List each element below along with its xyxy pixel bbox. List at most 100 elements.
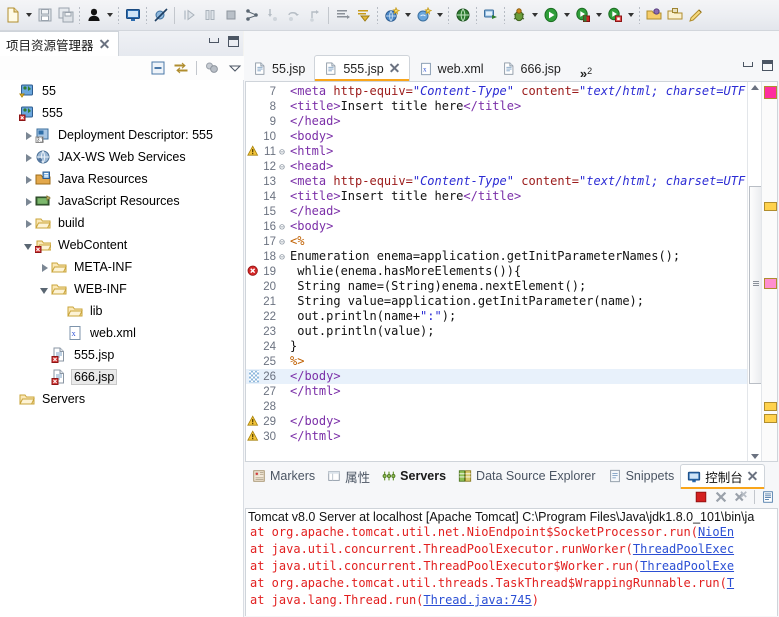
code-line[interactable]: 13 <meta http-equiv="Content-Type" conten…	[246, 174, 777, 189]
new-wizard-button-dropdown[interactable]	[23, 5, 34, 26]
tree-item[interactable]: 3.1 Deployment Descriptor: 555	[0, 124, 243, 146]
editor-tab-666-jsp[interactable]: 666.jsp	[493, 56, 570, 81]
resume-button[interactable]	[178, 5, 199, 26]
new-ejb-button-dropdown[interactable]	[434, 5, 445, 26]
tree-item[interactable]: META-INF	[0, 256, 243, 278]
code-line[interactable]: 23 out.println(value);	[246, 324, 777, 339]
run-on-server-button[interactable]	[572, 5, 593, 26]
code-line[interactable]: 11 ⊖ <html>	[246, 144, 777, 159]
code-line[interactable]: 27 </html>	[246, 384, 777, 399]
tree-item[interactable]: Java Resources	[0, 168, 243, 190]
stack-trace-link[interactable]: ThreadPoolExe	[640, 559, 734, 573]
tree-item[interactable]: 666.jsp	[0, 366, 243, 388]
code-line[interactable]: 26 </body>	[246, 369, 777, 384]
fold-toggle[interactable]: ⊖	[276, 145, 288, 160]
editor-vertical-scrollbar[interactable]	[747, 82, 763, 461]
tree-item[interactable]: JavaScript Resources	[0, 190, 243, 212]
warning-overview-mark[interactable]	[764, 202, 777, 211]
tree-item[interactable]: WEB-INF	[0, 278, 243, 300]
stack-trace-link[interactable]: NioEn	[698, 525, 734, 539]
warning-overview-mark[interactable]	[764, 414, 777, 423]
bottom-tab-3[interactable]: Data Source Explorer	[452, 464, 602, 488]
code-line[interactable]: 28	[246, 399, 777, 414]
code-line[interactable]: 30 </html>	[246, 429, 777, 444]
new-server-button-dropdown[interactable]	[402, 5, 413, 26]
step-over-button[interactable]	[283, 5, 304, 26]
fold-toggle[interactable]: ⊖	[276, 235, 288, 250]
focus-on-active-task-button[interactable]	[204, 60, 220, 76]
code-line[interactable]: 12 ⊖ <head>	[246, 159, 777, 174]
warning-marker-icon[interactable]	[247, 415, 260, 428]
tree-item[interactable]: lib	[0, 300, 243, 322]
remove-all-terminated-button[interactable]	[734, 490, 748, 504]
tab-project-explorer[interactable]: 项目资源管理器	[0, 31, 119, 59]
tree-twisty[interactable]	[22, 151, 35, 164]
tree-twisty[interactable]	[22, 239, 35, 252]
open-type-button[interactable]	[643, 5, 664, 26]
console-view-button[interactable]	[761, 490, 775, 504]
code-line[interactable]: 14 <title>Insert title here</title>	[246, 189, 777, 204]
debug-on-server-button-dropdown[interactable]	[625, 5, 636, 26]
error-overview-mark[interactable]	[764, 86, 777, 99]
editor-tab-555-jsp[interactable]: 555.jsp	[314, 55, 410, 81]
code-line[interactable]: 25 %>	[246, 354, 777, 369]
new-annotation-button[interactable]	[685, 5, 706, 26]
run-on-server-button-dropdown[interactable]	[593, 5, 604, 26]
code-line[interactable]: 20 String name=(String)enema.nextElement…	[246, 279, 777, 294]
step-return-button[interactable]	[304, 5, 325, 26]
tree-item[interactable]: WebContent	[0, 234, 243, 256]
tree-item[interactable]: build	[0, 212, 243, 234]
code-line[interactable]: 21 String value=application.getInitParam…	[246, 294, 777, 309]
maximize-icon[interactable]	[762, 60, 773, 71]
stack-trace-link[interactable]: Thread.java:745	[423, 593, 531, 607]
tree-twisty[interactable]	[38, 261, 51, 274]
next-annotation-button[interactable]	[332, 5, 353, 26]
open-web-browser-button[interactable]	[452, 5, 473, 26]
fold-toggle[interactable]: ⊖	[276, 220, 288, 235]
tree-item[interactable]: 555.jsp	[0, 344, 243, 366]
skip-breakpoints-button[interactable]	[150, 5, 171, 26]
tree-item[interactable]: JAX-WS Web Services	[0, 146, 243, 168]
new-wizard-button[interactable]	[2, 5, 23, 26]
stack-trace-link[interactable]: T	[727, 576, 734, 590]
fold-toggle[interactable]: ⊖	[276, 160, 288, 175]
bottom-tab-5[interactable]: 控制台	[680, 463, 765, 489]
warning-marker-icon[interactable]	[247, 430, 260, 443]
bottom-tab-4[interactable]: Snippets	[602, 464, 681, 488]
code-line[interactable]: 16 ⊖ <body>	[246, 219, 777, 234]
disconnect-button[interactable]	[241, 5, 262, 26]
overview-ruler[interactable]	[761, 82, 777, 461]
tree-twisty[interactable]	[38, 283, 51, 296]
close-icon[interactable]	[747, 471, 758, 482]
tree-twisty[interactable]	[22, 195, 35, 208]
code-line[interactable]: 29 </body>	[246, 414, 777, 429]
minimize-icon[interactable]	[742, 60, 753, 71]
code-line[interactable]: 18 ⊖ Enumeration enema=application.getInit…	[246, 249, 777, 264]
new-java-class-button[interactable]	[83, 5, 104, 26]
tree-twisty[interactable]	[22, 129, 35, 142]
close-icon[interactable]	[99, 39, 110, 50]
editor-tab-55-jsp[interactable]: 55.jsp	[244, 56, 314, 81]
new-ejb-button[interactable]	[413, 5, 434, 26]
new-connection-profile-button[interactable]	[480, 5, 501, 26]
console-output[interactable]: Tomcat v8.0 Server at localhost [Apache …	[245, 508, 778, 616]
previous-annotation-button[interactable]	[353, 5, 374, 26]
open-console-button[interactable]	[122, 5, 143, 26]
editor-tab-overflow[interactable]: » 2	[570, 64, 598, 81]
editor-tab-web-xml[interactable]: x web.xml	[410, 56, 493, 81]
terminate-console-button[interactable]	[694, 490, 708, 504]
tree-twisty[interactable]	[22, 217, 35, 230]
tree-item[interactable]: 55	[0, 80, 243, 102]
error-marker-icon[interactable]	[247, 265, 260, 278]
remove-launch-button[interactable]	[714, 490, 728, 504]
code-line[interactable]: 17 ⊖ <%	[246, 234, 777, 249]
tree-item[interactable]: 555	[0, 102, 243, 124]
new-server-button[interactable]	[381, 5, 402, 26]
open-task-button[interactable]	[664, 5, 685, 26]
run-button[interactable]	[540, 5, 561, 26]
code-line[interactable]: 19 whlie(enema.hasMoreElements()){	[246, 264, 777, 279]
new-java-class-button-dropdown[interactable]	[104, 5, 115, 26]
scroll-down-arrow[interactable]	[751, 454, 759, 459]
debug-button[interactable]	[508, 5, 529, 26]
warning-marker-icon[interactable]	[247, 145, 260, 158]
